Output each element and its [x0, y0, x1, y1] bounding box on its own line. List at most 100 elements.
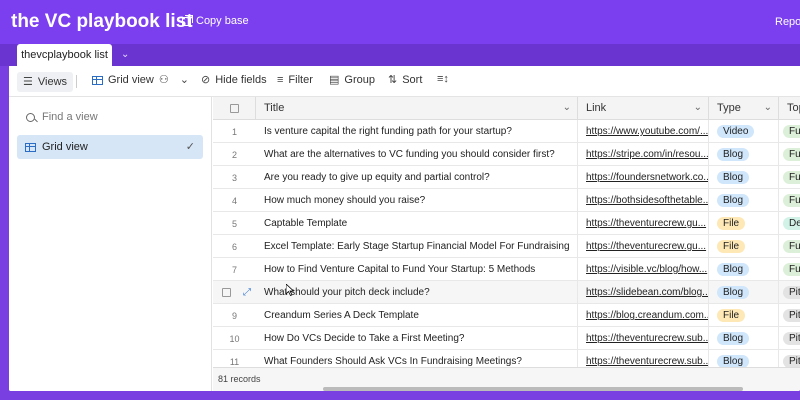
- table-row[interactable]: 1 Is venture capital the right funding pa…: [213, 120, 800, 143]
- cell-title[interactable]: How Do VCs Decide to Take a First Meetin…: [256, 327, 578, 350]
- cell-title[interactable]: How to Find Venture Capital to Fund Your…: [256, 258, 578, 281]
- grid-view-label: Grid view: [108, 74, 154, 86]
- cell-type[interactable]: Blog: [709, 189, 779, 212]
- chevron-down-icon[interactable]: ⌄: [563, 102, 571, 113]
- grid-icon: [25, 142, 36, 152]
- cell-type[interactable]: Blog: [709, 258, 779, 281]
- table-row[interactable]: 3 Are you ready to give up equity and par…: [213, 166, 800, 189]
- cell-title[interactable]: How much money should you raise?: [256, 189, 578, 212]
- sidebar-item-grid-view[interactable]: Grid view ✓: [17, 135, 203, 159]
- cell-title[interactable]: What should your pitch deck include?: [256, 281, 578, 304]
- type-pill: Blog: [717, 332, 750, 345]
- cell-topic[interactable]: Fun: [779, 258, 800, 281]
- topic-pill: Fun: [783, 240, 800, 253]
- topic-pill: Fun: [783, 194, 800, 207]
- cell-type[interactable]: File: [709, 304, 779, 327]
- cell-topic[interactable]: Dea: [779, 212, 800, 235]
- cell-topic[interactable]: Fun: [779, 166, 800, 189]
- cell-link[interactable]: https://theventurecrew.sub...: [578, 327, 709, 350]
- find-view-placeholder: Find a view: [42, 111, 98, 123]
- cell-type[interactable]: Blog: [709, 166, 779, 189]
- filter-button[interactable]: ≡ Filter: [277, 74, 313, 86]
- column-header-type[interactable]: Type ⌄: [709, 97, 779, 120]
- column-header-label: Link: [586, 102, 607, 114]
- cell-link[interactable]: https://slidebean.com/blog...: [578, 281, 709, 304]
- cell-type[interactable]: File: [709, 212, 779, 235]
- cell-topic[interactable]: Fun: [779, 143, 800, 166]
- cell-type[interactable]: Blog: [709, 143, 779, 166]
- hide-fields-button[interactable]: ⊘ Hide fields: [201, 74, 267, 86]
- cell-title[interactable]: Are you ready to give up equity and part…: [256, 166, 578, 189]
- row-number: 5: [231, 218, 237, 229]
- cell-title[interactable]: Excel Template: Early Stage Startup Fina…: [256, 235, 578, 258]
- row-height-button[interactable]: ≡↕: [437, 74, 449, 85]
- cell-link[interactable]: https://theventurecrew.gu...: [578, 212, 709, 235]
- table-row[interactable]: 6 Excel Template: Early Stage Startup Fin…: [213, 235, 800, 258]
- table-row[interactable]: 2 What are the alternatives to VC funding…: [213, 143, 800, 166]
- cell-type[interactable]: Blog: [709, 281, 779, 304]
- cell-topic[interactable]: Fun: [779, 120, 800, 143]
- report-link[interactable]: Repor: [775, 16, 800, 28]
- collaborators-icon: ⚇: [158, 73, 169, 86]
- cell-topic[interactable]: Fun: [779, 235, 800, 258]
- table-row[interactable]: ⤢ What should your pitch deck include? htt…: [213, 281, 800, 304]
- copy-base-button[interactable]: Copy base: [182, 14, 249, 27]
- row-number: 4: [231, 195, 237, 206]
- cell-type[interactable]: Blog: [709, 327, 779, 350]
- table-tabbar: thevcplaybook list ⌄: [0, 44, 800, 66]
- sort-button[interactable]: ⇅ Sort: [388, 74, 422, 86]
- tab-thevcplaybook-list[interactable]: thevcplaybook list: [17, 44, 112, 66]
- cell-topic[interactable]: Fun: [779, 189, 800, 212]
- type-pill: Blog: [717, 171, 750, 184]
- column-header-label: Type: [717, 102, 741, 114]
- cell-link[interactable]: https://foundersnetwork.co...: [578, 166, 709, 189]
- topic-pill: Pitc: [783, 309, 800, 322]
- cell-link[interactable]: https://bothsidesofthetable...: [578, 189, 709, 212]
- cell-title[interactable]: Captable Template: [256, 212, 578, 235]
- cell-link[interactable]: https://www.youtube.com/...: [578, 120, 709, 143]
- sidebar-item-label: Grid view: [42, 141, 88, 153]
- chevron-down-icon[interactable]: ⌄: [764, 102, 772, 113]
- views-button[interactable]: ☰ Views: [17, 72, 74, 92]
- cell-topic[interactable]: Pitc: [779, 304, 800, 327]
- column-header-topic[interactable]: Topi: [779, 97, 800, 120]
- cell-title[interactable]: Creandum Series A Deck Template: [256, 304, 578, 327]
- select-all-checkbox[interactable]: [229, 103, 239, 113]
- table-row[interactable]: 5 Captable Template https://theventurecrew…: [213, 212, 800, 235]
- cell-topic[interactable]: Pitc: [779, 327, 800, 350]
- topic-pill: Fun: [783, 263, 800, 276]
- filter-icon: ≡: [277, 73, 284, 86]
- column-header-title[interactable]: Title ⌄: [256, 97, 578, 120]
- cell-type[interactable]: Video: [709, 120, 779, 143]
- base-title[interactable]: the VC playbook list: [11, 11, 193, 33]
- row-checkbox[interactable]: [222, 288, 231, 297]
- select-all-header[interactable]: [213, 97, 256, 120]
- chevron-down-icon[interactable]: ⌄: [121, 49, 129, 60]
- cell-link[interactable]: https://visible.vc/blog/how...: [578, 258, 709, 281]
- find-view-input[interactable]: Find a view: [26, 111, 98, 123]
- sort-label: Sort: [402, 74, 423, 86]
- row-number: 9: [231, 310, 237, 321]
- table-row[interactable]: 4 How much money should you raise? https:/…: [213, 189, 800, 212]
- horizontal-scrollbar[interactable]: [323, 387, 743, 391]
- cell-title[interactable]: What are the alternatives to VC funding …: [256, 143, 578, 166]
- cell-type[interactable]: File: [709, 235, 779, 258]
- cell-topic[interactable]: Pitc: [779, 281, 800, 304]
- chevron-down-icon[interactable]: ⌄: [694, 102, 702, 113]
- filter-label: Filter: [288, 74, 313, 86]
- table-row[interactable]: 7 How to Find Venture Capital to Fund You…: [213, 258, 800, 281]
- group-button[interactable]: ▤ Group: [329, 74, 375, 86]
- cell-link[interactable]: https://stripe.com/in/resou...: [578, 143, 709, 166]
- topic-pill: Fun: [783, 171, 800, 184]
- table-row[interactable]: 9 Creandum Series A Deck Template https://…: [213, 304, 800, 327]
- cell-link[interactable]: https://blog.creandum.com...: [578, 304, 709, 327]
- topic-pill: Pitc: [783, 286, 800, 299]
- column-header-link[interactable]: Link ⌄: [578, 97, 709, 120]
- table-row[interactable]: 10 How Do VCs Decide to Take a First Meet…: [213, 327, 800, 350]
- cell-link[interactable]: https://theventurecrew.gu...: [578, 235, 709, 258]
- cell-title[interactable]: Is venture capital the right funding pat…: [256, 120, 578, 143]
- expand-record-icon[interactable]: ⤢: [243, 287, 251, 298]
- copy-icon: [182, 14, 193, 26]
- column-header-label: Title: [264, 102, 285, 114]
- grid-view-switcher[interactable]: Grid view ⚇ ⌄: [92, 74, 189, 86]
